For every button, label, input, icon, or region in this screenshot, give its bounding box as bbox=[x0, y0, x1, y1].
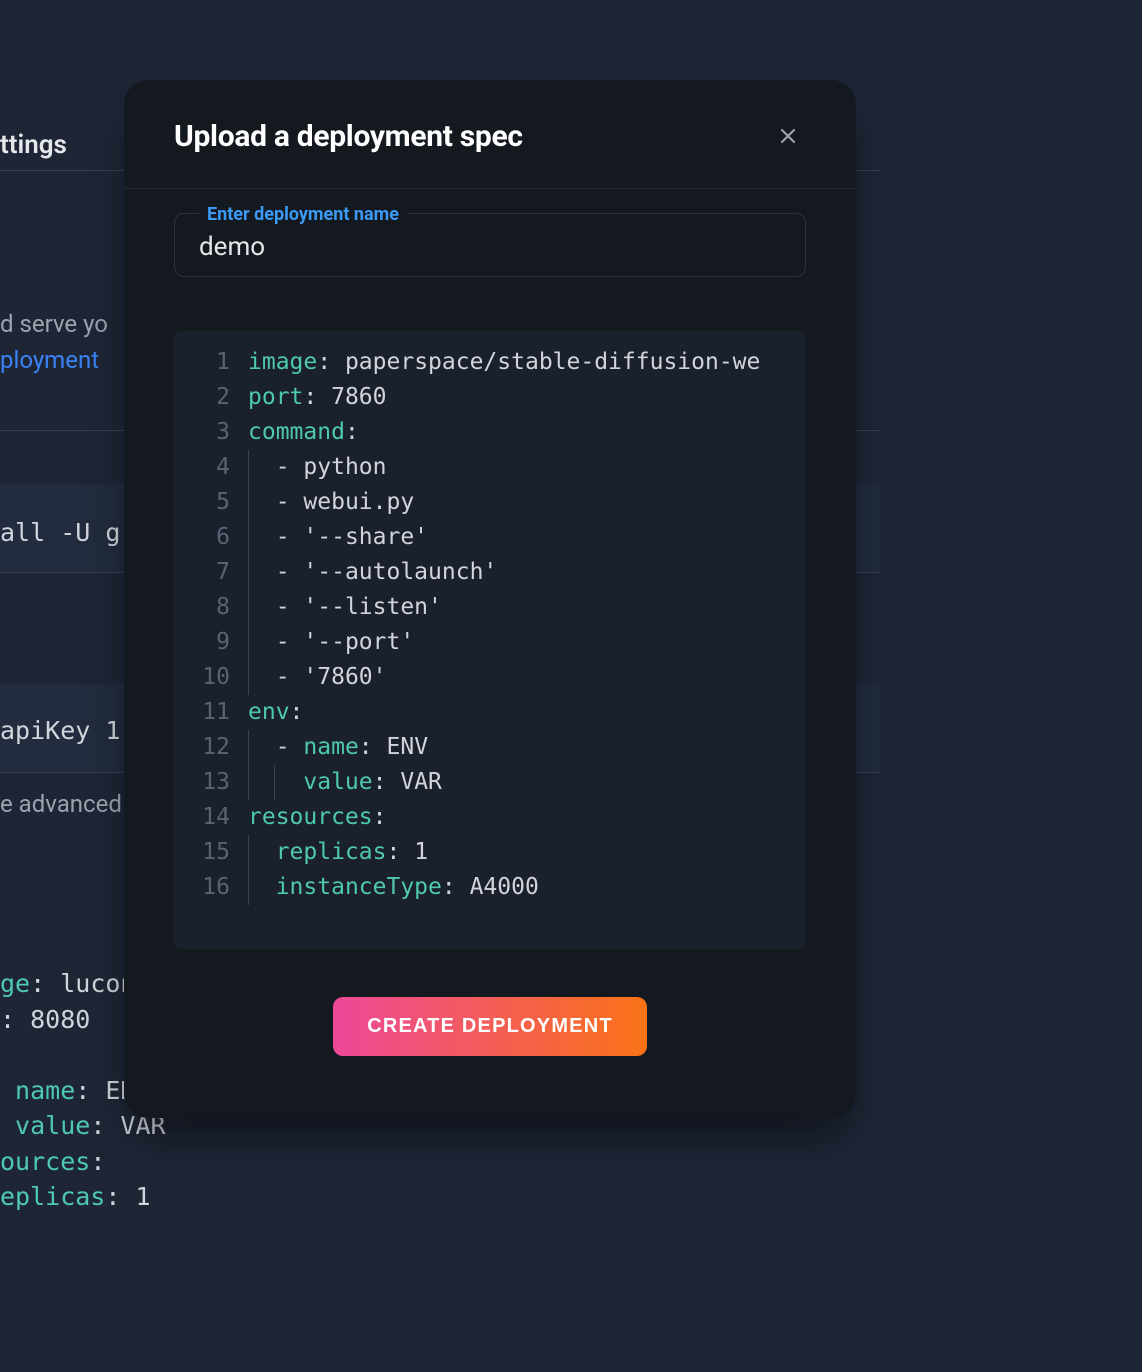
close-button[interactable] bbox=[770, 118, 806, 154]
deployment-name-input[interactable] bbox=[199, 232, 781, 262]
bg-text: e advanced bbox=[0, 790, 122, 818]
spec-editor[interactable]: 12345678910111213141516 image: paperspac… bbox=[174, 331, 806, 949]
bg-text: d serve yo bbox=[0, 310, 108, 338]
bg-link: ployment bbox=[0, 346, 99, 374]
code-content[interactable]: image: paperspace/stable-diffusion-wepor… bbox=[248, 345, 806, 905]
modal-body: Enter deployment name 123456789101112131… bbox=[124, 189, 856, 1118]
upload-deployment-modal: Upload a deployment spec Enter deploymen… bbox=[124, 80, 856, 1118]
close-icon bbox=[778, 126, 798, 146]
modal-title: Upload a deployment spec bbox=[174, 119, 523, 154]
modal-header: Upload a deployment spec bbox=[124, 80, 856, 189]
modal-footer: CREATE DEPLOYMENT bbox=[174, 949, 806, 1098]
tab-partial: ttings bbox=[0, 130, 67, 160]
bg-code: all -U gr bbox=[0, 518, 135, 547]
line-gutter: 12345678910111213141516 bbox=[174, 345, 248, 905]
deployment-name-label: Enter deployment name bbox=[199, 204, 407, 225]
bg-code: apiKey 1 bbox=[0, 716, 120, 745]
deployment-name-field-wrap: Enter deployment name bbox=[174, 213, 806, 277]
create-deployment-button[interactable]: CREATE DEPLOYMENT bbox=[333, 997, 647, 1056]
